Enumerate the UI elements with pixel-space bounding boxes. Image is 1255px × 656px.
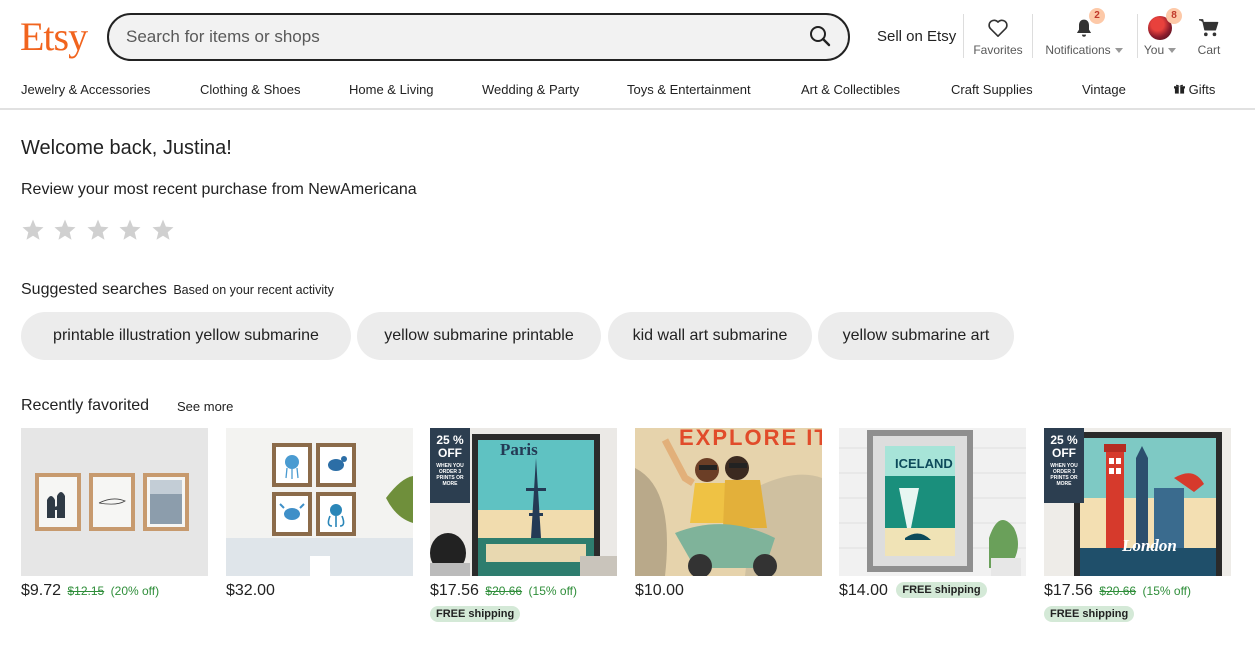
star-icon[interactable] [86,218,110,242]
product-image[interactable] [226,428,413,576]
category-clothing-shoes[interactable]: Clothing & Shoes [200,82,300,97]
notifications-label: Notifications [1045,43,1111,57]
sale-tag-headline: 25 % OFF [1050,433,1078,460]
header: Etsy Sell on Etsy Favorites Notification… [0,0,1255,74]
suggestion-pill[interactable]: yellow submarine art [818,312,1014,360]
product-original-price: $20.66 [1099,584,1137,598]
category-wedding-party[interactable]: Wedding & Party [482,82,579,97]
product-discount: (15% off) [1142,584,1192,598]
star-icon[interactable] [118,218,142,242]
chevron-down-icon [1114,48,1123,54]
sale-tag: 25 % OFF WHEN YOU ORDER 3 PRINTS OR MORE [430,428,470,503]
star-icon[interactable] [53,218,77,242]
product-image[interactable]: Paris 25 % OFF WHEN YOU ORDER 3 PRINTS O… [430,428,617,576]
category-gifts[interactable]: Gifts [1174,82,1215,97]
free-shipping-badge: FREE shipping [430,606,521,622]
chevron-down-icon [1168,48,1177,54]
search-bar [107,13,850,61]
gifts-label: Gifts [1188,82,1216,97]
suggested-searches-title: Suggested searches [21,281,167,298]
favorites-label: Favorites [973,43,1023,57]
category-home-living[interactable]: Home & Living [349,82,434,97]
sale-tag-conditions: WHEN YOU ORDER 3 PRINTS OR MORE [436,463,464,487]
poster-title: London [1122,536,1177,555]
free-shipping-badge: FREE shipping [1044,606,1135,622]
product-original-price: $20.66 [485,584,523,598]
welcome-heading: Welcome back, Justina! [21,137,232,159]
etsy-logo[interactable]: Etsy [20,14,88,60]
category-nav: Jewelry & Accessories Clothing & Shoes H… [0,74,1255,110]
category-craft-supplies[interactable]: Craft Supplies [951,82,1033,97]
star-rating [21,218,179,247]
product-card[interactable]: ICELAND $14.00 FREE shipping [839,428,1026,600]
product-price: $14.00 [839,582,888,599]
divider [1032,14,1033,58]
you-label: You [1143,43,1165,57]
review-prompt: Review your most recent purchase from Ne… [21,181,417,198]
heart-icon [968,18,1028,38]
product-card[interactable]: EXPLORE ITALI $10.00 [635,428,822,600]
sale-tag-headline: 25 % OFF [436,433,464,460]
cart-button[interactable]: Cart [1190,18,1228,57]
notifications-count-badge: 2 [1089,8,1105,24]
product-price: $10.00 [635,582,684,599]
search-icon[interactable] [808,24,834,50]
product-card[interactable]: $9.72 $12.15 (20% off) [21,428,208,600]
search-input[interactable] [126,15,786,59]
cart-icon [1190,18,1228,38]
gift-icon [1174,84,1185,94]
account-count-badge: 8 [1166,8,1182,24]
suggestion-pill[interactable]: kid wall art submarine [608,312,812,360]
product-price: $17.56 [430,582,479,599]
sale-tag-conditions: WHEN YOU ORDER 3 PRINTS OR MORE [1050,463,1078,487]
product-price: $9.72 [21,582,62,599]
divider [963,14,964,58]
recently-favorited-heading: Recently favorited [21,397,150,414]
product-original-price: $12.15 [67,584,105,598]
category-art-collectibles[interactable]: Art & Collectibles [801,82,900,97]
product-image[interactable]: EXPLORE ITALI [635,428,822,576]
product-discount: (15% off) [528,584,578,598]
suggested-searches-heading: Suggested searches Based on your recent … [21,281,334,299]
divider [1137,14,1138,58]
sell-on-etsy-link[interactable]: Sell on Etsy [877,28,956,45]
category-jewelry-accessories[interactable]: Jewelry & Accessories [21,82,150,97]
product-card[interactable]: Paris 25 % OFF WHEN YOU ORDER 3 PRINTS O… [430,428,617,624]
product-image[interactable] [21,428,208,576]
star-icon[interactable] [21,218,45,242]
sale-tag: 25 % OFF WHEN YOU ORDER 3 PRINTS OR MORE [1044,428,1084,503]
star-icon[interactable] [151,218,175,242]
notifications-button[interactable]: Notifications [1040,18,1128,57]
category-vintage[interactable]: Vintage [1082,82,1126,97]
product-card[interactable]: $32.00 [226,428,413,600]
product-card[interactable]: London 25 % OFF WHEN YOU ORDER 3 PRINTS … [1044,428,1231,624]
product-discount: (20% off) [110,584,160,598]
poster-title: EXPLORE ITALI [679,428,822,450]
favorites-button[interactable]: Favorites [968,18,1028,57]
product-price: $32.00 [226,582,275,599]
suggested-searches-subtitle: Based on your recent activity [173,283,334,297]
poster-title: Paris [500,440,538,459]
free-shipping-badge: FREE shipping [896,582,987,598]
category-toys-entertainment[interactable]: Toys & Entertainment [627,82,751,97]
see-more-link[interactable]: See more [177,399,233,414]
suggestion-pill[interactable]: yellow submarine printable [357,312,601,360]
poster-title: ICELAND [895,456,953,471]
product-image[interactable]: ICELAND [839,428,1026,576]
product-image[interactable]: London 25 % OFF WHEN YOU ORDER 3 PRINTS … [1044,428,1231,576]
suggestion-pill[interactable]: printable illustration yellow submarine [21,312,351,360]
bell-icon [1040,18,1128,38]
cart-label: Cart [1197,43,1221,57]
product-price: $17.56 [1044,582,1093,599]
